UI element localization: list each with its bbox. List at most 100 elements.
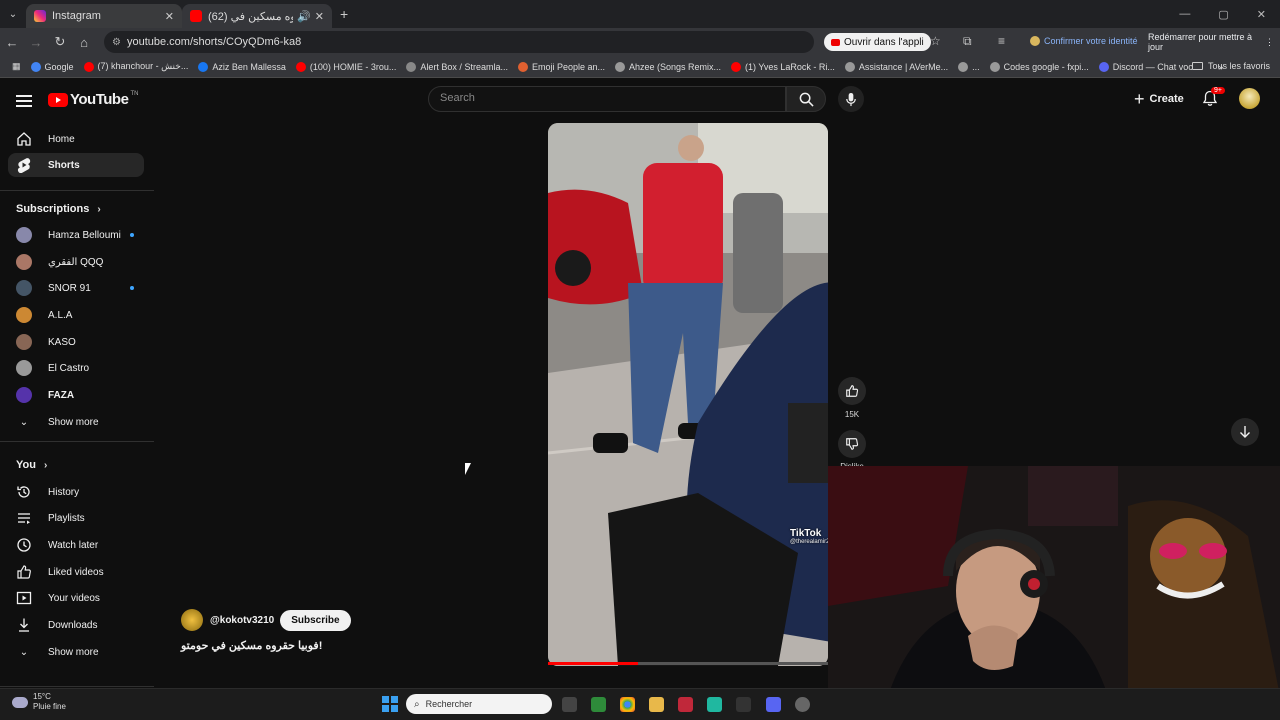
next-short-button[interactable] xyxy=(1231,418,1259,446)
tab-instagram[interactable]: Instagram ✕ xyxy=(26,4,182,28)
bookmark-item[interactable]: Alert Box / Streamla... xyxy=(406,61,508,72)
sidebar-item-label: Playlists xyxy=(48,512,85,524)
new-tab-button[interactable]: + xyxy=(340,6,348,22)
subscribe-button[interactable]: Subscribe xyxy=(280,609,351,631)
like-button[interactable] xyxy=(838,377,866,405)
taskbar-search-input[interactable]: ⌕ Rechercher xyxy=(406,694,552,714)
dislike-button[interactable] xyxy=(838,430,866,458)
audio-icon[interactable]: 🔊 xyxy=(297,10,311,23)
short-title[interactable]: فوبيا حقروه مسكين في حومتو! xyxy=(181,639,322,652)
sidebar-item-label: Watch later xyxy=(48,539,99,551)
chevron-right-icon: › xyxy=(43,459,48,471)
tab-youtube[interactable]: فوبيا حقروه مسكين في (62) 🔊 ✕ xyxy=(182,4,332,28)
sidebar-item-subscription[interactable]: El Castro xyxy=(8,356,144,380)
obs-icon[interactable] xyxy=(795,697,810,712)
webcam-image xyxy=(828,466,1280,696)
new-content-dot xyxy=(130,286,134,290)
sidebar-item-watch-later[interactable]: Watch later xyxy=(8,533,144,557)
bookmark-item[interactable]: Emoji People an... xyxy=(517,61,605,72)
discord-icon[interactable] xyxy=(766,697,781,712)
chrome-icon[interactable] xyxy=(620,697,635,712)
bookmark-item[interactable]: (1) Yves LaRock - Ri... xyxy=(731,61,835,72)
search-input[interactable]: Search xyxy=(428,86,786,112)
url-field[interactable]: ⚙ youtube.com/shorts/COyQDm6-ka8 xyxy=(104,31,814,53)
bookmark-item[interactable]: (7) khanchour - خنش... xyxy=(83,61,188,72)
back-icon[interactable]: ← xyxy=(0,35,24,50)
show-more-you[interactable]: ⌄ Show more xyxy=(8,640,144,664)
history-icon xyxy=(16,484,32,500)
sidebar-item-your-videos[interactable]: Your videos xyxy=(8,586,144,610)
sidebar-item-home[interactable]: Home xyxy=(8,127,144,151)
create-label: Create xyxy=(1149,93,1184,105)
open-in-app-button[interactable]: Ouvrir dans l'appli xyxy=(824,33,931,51)
confirm-identity-button[interactable]: Confirmer votre identité xyxy=(1030,36,1138,46)
globe-icon xyxy=(958,61,969,72)
sidebar-item-playlists[interactable]: Playlists xyxy=(8,506,144,530)
voice-search-button[interactable] xyxy=(838,86,864,112)
bookmark-item[interactable]: Ahzee (Songs Remix... xyxy=(615,61,721,72)
avatar[interactable] xyxy=(1239,88,1260,109)
bookmark-item[interactable]: Discord — Chat voc... xyxy=(1098,61,1200,72)
menu-dots-icon[interactable]: ⋮ xyxy=(1265,37,1274,48)
bookmark-star-icon[interactable]: ☆ xyxy=(930,34,941,48)
extensions-icon[interactable]: ⧉ xyxy=(963,34,972,49)
apps-grid-icon[interactable]: ▦ xyxy=(12,61,21,72)
show-more-subscriptions[interactable]: ⌄ Show more xyxy=(8,410,144,434)
microphone-icon xyxy=(846,92,856,106)
close-window-icon[interactable]: ✕ xyxy=(1257,8,1266,21)
notifications-button[interactable]: 9+ xyxy=(1202,87,1225,112)
channel-avatar[interactable] xyxy=(181,609,203,631)
maximize-icon[interactable]: ▢ xyxy=(1218,8,1228,21)
bookmark-item[interactable]: Google xyxy=(30,61,74,72)
sidebar-item-subscription[interactable]: Hamza Belloumi xyxy=(8,223,144,247)
search-button[interactable] xyxy=(786,86,826,112)
bookmark-item[interactable]: ... xyxy=(958,61,980,72)
create-button[interactable]: + Create xyxy=(1134,90,1184,108)
bookmark-label: Assistance | AVerMe... xyxy=(858,61,949,72)
site-info-icon[interactable]: ⚙ xyxy=(112,37,121,48)
liked-videos-icon xyxy=(16,564,32,580)
reload-icon[interactable]: ↻ xyxy=(48,34,72,50)
sidebar-item-label: A.L.A xyxy=(48,309,73,321)
media-control-icon[interactable]: ≡ xyxy=(998,34,1005,48)
youtube-logo[interactable]: YouTube TN xyxy=(48,91,138,108)
task-view-icon[interactable] xyxy=(562,697,577,712)
sidebar-item-liked-videos[interactable]: Liked videos xyxy=(8,560,144,584)
minimize-icon[interactable]: — xyxy=(1179,8,1190,21)
close-tab-icon[interactable]: ✕ xyxy=(165,10,174,23)
sidebar-item-history[interactable]: History xyxy=(8,480,144,504)
bookmark-item[interactable]: (100) HOMIE - 3rou... xyxy=(295,61,396,72)
menu-icon[interactable] xyxy=(16,92,32,110)
sidebar-item-subscription[interactable]: FAZA xyxy=(8,383,144,407)
adobe-icon[interactable] xyxy=(678,697,693,712)
all-bookmarks-button[interactable]: Tous les favoris xyxy=(1191,61,1270,71)
restart-update-button[interactable]: Redémarrer pour mettre à jour ⋮ xyxy=(1142,32,1280,52)
tab-search-chevron-icon[interactable]: ⌄ xyxy=(0,0,26,28)
short-video-player[interactable] xyxy=(548,123,828,666)
sidebar-item-subscription[interactable]: KASO xyxy=(8,330,144,354)
video-progress-bar[interactable] xyxy=(548,662,828,665)
taskbar-search-placeholder: Rechercher xyxy=(425,699,473,709)
sidebar-item-shorts[interactable]: Shorts xyxy=(8,153,144,177)
bookmark-item[interactable]: Assistance | AVerMe... xyxy=(844,61,949,72)
sidebar-item-downloads[interactable]: Downloads xyxy=(8,613,144,637)
section-title: You xyxy=(16,459,36,471)
subscriptions-heading[interactable]: Subscriptions › xyxy=(16,203,101,215)
file-explorer-icon[interactable] xyxy=(649,697,664,712)
you-heading[interactable]: You › xyxy=(16,459,47,471)
app-teal-icon[interactable] xyxy=(707,697,722,712)
channel-handle[interactable]: @kokotv3210 xyxy=(210,615,274,626)
youtube-icon xyxy=(83,61,94,72)
weather-widget[interactable]: 15°C Pluie fine xyxy=(12,692,66,712)
app-green-icon[interactable] xyxy=(591,697,606,712)
sidebar-item-subscription[interactable]: A.L.A xyxy=(8,303,144,327)
close-tab-icon[interactable]: ✕ xyxy=(315,10,324,23)
sidebar-item-subscription[interactable]: SNOR 91 xyxy=(8,276,144,300)
windows-start-icon[interactable] xyxy=(382,696,398,712)
sidebar-item-subscription[interactable]: الفقري QQQ xyxy=(8,250,144,274)
home-browser-icon[interactable]: ⌂ xyxy=(72,35,96,50)
app-dark-icon[interactable] xyxy=(736,697,751,712)
forward-icon[interactable]: → xyxy=(24,35,48,50)
bookmark-item[interactable]: Codes google - fxpi... xyxy=(989,61,1089,72)
bookmark-item[interactable]: Aziz Ben Mallessa xyxy=(198,61,286,72)
